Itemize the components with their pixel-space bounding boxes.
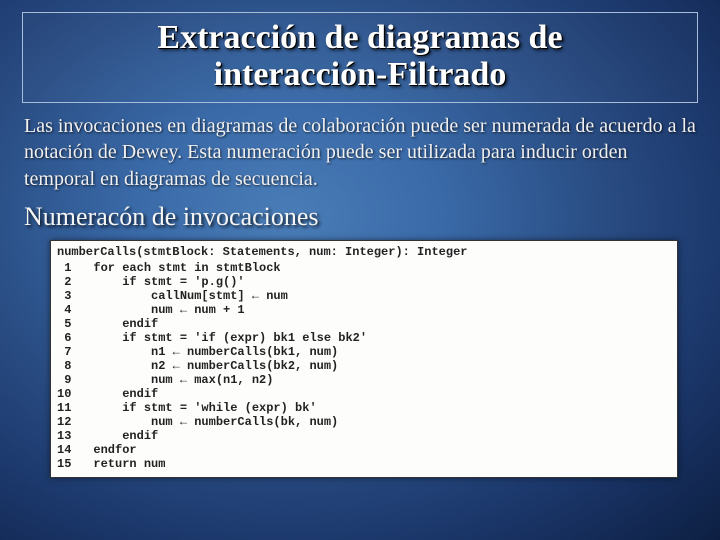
line-number: 9	[57, 373, 93, 387]
title-line-2: interacción-Filtrado	[214, 56, 507, 93]
line-code: endif	[93, 317, 367, 331]
line-number: 5	[57, 317, 93, 331]
code-line: 2 if stmt = 'p.g()'	[57, 275, 367, 289]
line-number: 10	[57, 387, 93, 401]
line-code: return num	[93, 457, 367, 471]
line-code: if stmt = 'while (expr) bk'	[93, 401, 367, 415]
line-number: 4	[57, 303, 93, 317]
line-number: 7	[57, 345, 93, 359]
line-number: 12	[57, 415, 93, 429]
line-number: 14	[57, 443, 93, 457]
pseudocode-signature: numberCalls(stmtBlock: Statements, num: …	[57, 245, 671, 259]
line-code: num ← num + 1	[93, 303, 367, 317]
subheading: Numeracón de invocaciones	[24, 202, 696, 232]
line-number: 1	[57, 261, 93, 275]
code-line: 8 n2 ← numberCalls(bk2, num)	[57, 359, 367, 373]
code-line: 10 endif	[57, 387, 367, 401]
line-code: if stmt = 'if (expr) bk1 else bk2'	[93, 331, 367, 345]
code-line: 6 if stmt = 'if (expr) bk1 else bk2'	[57, 331, 367, 345]
body-paragraph: Las invocaciones en diagramas de colabor…	[24, 113, 696, 192]
line-number: 6	[57, 331, 93, 345]
code-line: 5 endif	[57, 317, 367, 331]
line-code: num ← max(n1, n2)	[93, 373, 367, 387]
line-code: endfor	[93, 443, 367, 457]
line-code: n2 ← numberCalls(bk2, num)	[93, 359, 367, 373]
line-number: 8	[57, 359, 93, 373]
line-code: endif	[93, 429, 367, 443]
line-number: 3	[57, 289, 93, 303]
code-line: 15return num	[57, 457, 367, 471]
line-code: callNum[stmt] ← num	[93, 289, 367, 303]
slide-title-box: Extracción de diagramas de interacción-F…	[22, 12, 698, 103]
code-line: 9 num ← max(n1, n2)	[57, 373, 367, 387]
line-code: endif	[93, 387, 367, 401]
code-line: 13 endif	[57, 429, 367, 443]
code-line: 11 if stmt = 'while (expr) bk'	[57, 401, 367, 415]
pseudocode-frame: numberCalls(stmtBlock: Statements, num: …	[50, 240, 678, 478]
line-number: 2	[57, 275, 93, 289]
pseudocode-listing: 1for each stmt in stmtBlock2 if stmt = '…	[57, 261, 367, 471]
title-line-1: Extracción de diagramas de	[157, 19, 562, 56]
code-line: 1for each stmt in stmtBlock	[57, 261, 367, 275]
line-number: 13	[57, 429, 93, 443]
line-code: if stmt = 'p.g()'	[93, 275, 367, 289]
line-code: for each stmt in stmtBlock	[93, 261, 367, 275]
slide-title: Extracción de diagramas de interacción-F…	[33, 19, 687, 94]
code-line: 4 num ← num + 1	[57, 303, 367, 317]
code-line: 3 callNum[stmt] ← num	[57, 289, 367, 303]
line-code: num ← numberCalls(bk, num)	[93, 415, 367, 429]
code-line: 7 n1 ← numberCalls(bk1, num)	[57, 345, 367, 359]
code-line: 14endfor	[57, 443, 367, 457]
line-code: n1 ← numberCalls(bk1, num)	[93, 345, 367, 359]
code-line: 12 num ← numberCalls(bk, num)	[57, 415, 367, 429]
line-number: 15	[57, 457, 93, 471]
line-number: 11	[57, 401, 93, 415]
